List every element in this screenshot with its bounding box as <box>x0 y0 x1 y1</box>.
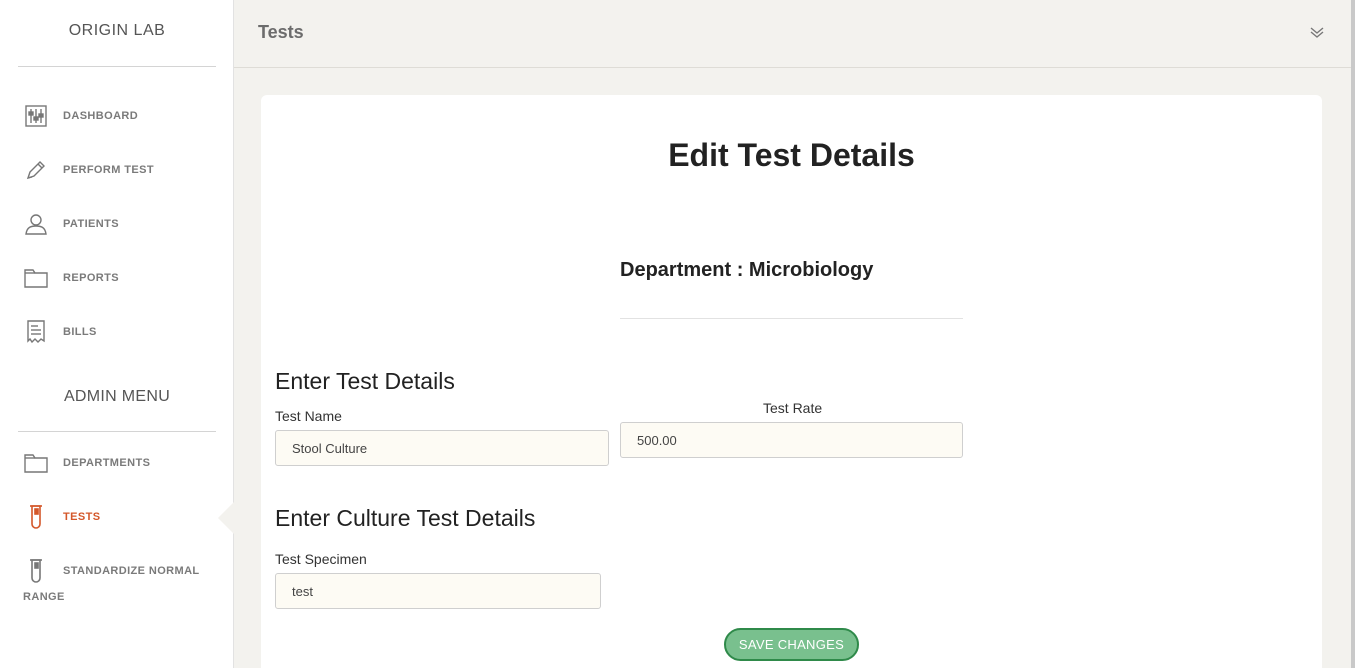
sidebar: ORIGIN LAB DASHBOARD PERFORM TEST PATIEN… <box>0 0 234 668</box>
sidebar-divider <box>18 431 216 432</box>
folder-icon <box>23 450 49 476</box>
section-culture-test-details: Enter Culture Test Details <box>275 505 536 531</box>
sidebar-item-perform-test[interactable]: PERFORM TEST <box>0 150 234 190</box>
folder-icon <box>23 265 49 291</box>
sidebar-item-bills[interactable]: BILLS <box>0 312 234 352</box>
sidebar-item-tests[interactable]: TESTS <box>0 497 234 537</box>
department-label: Department : Microbiology <box>620 259 874 281</box>
sidebar-item-patients[interactable]: PATIENTS <box>0 204 234 244</box>
app-root: ORIGIN LAB DASHBOARD PERFORM TEST PATIEN… <box>0 0 1355 668</box>
sidebar-item-label: STANDARDIZE NORMAL <box>63 565 200 577</box>
sidebar-item-departments[interactable]: DEPARTMENTS <box>0 443 234 483</box>
save-changes-button[interactable]: SAVE CHANGES <box>724 628 859 661</box>
sidebar-item-label: TESTS <box>63 511 101 523</box>
form-title: Edit Test Details <box>668 137 915 173</box>
sidebar-item-label: PERFORM TEST <box>63 164 154 176</box>
sidebar-item-standardize-normal-range[interactable]: STANDARDIZE NORMAL <box>0 551 234 591</box>
page-header: Tests <box>234 0 1355 68</box>
test-tube-icon <box>23 558 49 584</box>
sidebar-item-label: DASHBOARD <box>63 110 139 122</box>
sidebar-item-reports[interactable]: REPORTS <box>0 258 234 298</box>
test-name-label: Test Name <box>275 408 342 424</box>
sidebar-item-label: DEPARTMENTS <box>63 457 151 469</box>
brand-logo[interactable]: ORIGIN LAB <box>0 22 234 40</box>
receipt-icon <box>23 319 49 345</box>
sidebar-item-label: BILLS <box>63 326 97 338</box>
sidebar-item-label: REPORTS <box>63 272 119 284</box>
section-test-details: Enter Test Details <box>275 368 455 394</box>
test-rate-label: Test Rate <box>763 400 823 416</box>
double-chevron-down-icon[interactable] <box>1309 24 1327 42</box>
sidebar-item-label: PATIENTS <box>63 218 119 230</box>
test-specimen-label: Test Specimen <box>275 551 367 567</box>
edit-test-card: Edit Test Details Department : Microbiol… <box>261 95 1322 668</box>
sliders-icon <box>23 103 49 129</box>
test-name-input[interactable] <box>275 430 609 466</box>
test-specimen-input[interactable] <box>275 573 601 609</box>
admin-menu-title: ADMIN MENU <box>63 388 171 405</box>
user-icon <box>23 211 49 237</box>
sidebar-item-dashboard[interactable]: DASHBOARD <box>0 96 234 136</box>
sidebar-item-label-line2: RANGE <box>23 591 65 603</box>
test-rate-input[interactable] <box>620 422 963 458</box>
test-tube-icon <box>23 504 49 530</box>
pen-icon <box>23 157 49 183</box>
active-indicator <box>218 502 234 534</box>
sidebar-divider <box>18 66 216 67</box>
department-divider <box>620 318 963 319</box>
scrollbar[interactable] <box>1351 0 1355 668</box>
page-title: Tests <box>258 22 304 42</box>
